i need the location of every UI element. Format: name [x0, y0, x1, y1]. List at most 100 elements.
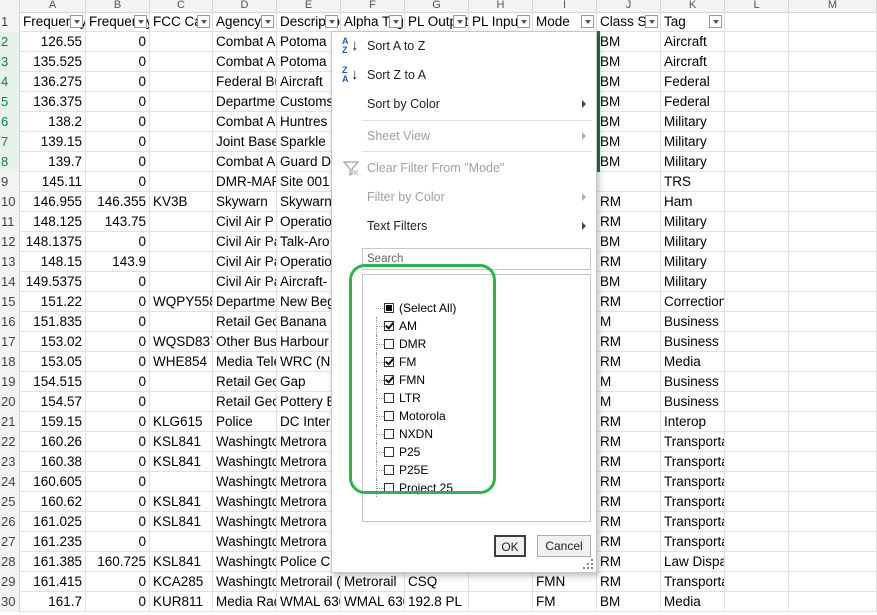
cell-c[interactable]: [150, 152, 213, 171]
cell-l[interactable]: [725, 352, 789, 371]
cell-b[interactable]: 0: [86, 352, 150, 371]
cell-m[interactable]: [789, 572, 877, 591]
cell-k[interactable]: Federal: [661, 92, 725, 111]
cell-h[interactable]: [469, 592, 533, 611]
cell-l[interactable]: [725, 452, 789, 471]
cell-k[interactable]: Federal: [661, 72, 725, 91]
cell-m[interactable]: [789, 392, 877, 411]
row-number[interactable]: 26: [0, 512, 20, 532]
cell-m[interactable]: [789, 412, 877, 431]
filter-dropdown-icon[interactable]: [389, 15, 402, 28]
cell-d[interactable]: Washingto: [213, 532, 277, 551]
cell-j[interactable]: BM: [597, 32, 661, 51]
cell-l[interactable]: [725, 132, 789, 151]
cell-c[interactable]: [150, 532, 213, 551]
filter-dropdown-icon[interactable]: [517, 15, 530, 28]
cell-j[interactable]: RM: [597, 552, 661, 571]
row-number[interactable]: 9: [0, 172, 20, 192]
cell-b[interactable]: 0: [86, 492, 150, 511]
filter-dropdown-icon[interactable]: [709, 15, 722, 28]
cell-l[interactable]: [725, 172, 789, 191]
filter-option-ltr[interactable]: LTR: [363, 389, 563, 407]
cell-b[interactable]: 0: [86, 92, 150, 111]
cancel-button[interactable]: Cancel: [537, 535, 591, 557]
cell-c[interactable]: [150, 392, 213, 411]
cell-d[interactable]: Combat Ai: [213, 112, 277, 131]
column-letter-c[interactable]: C: [150, 0, 213, 12]
cell-b[interactable]: 0: [86, 172, 150, 191]
row-number[interactable]: 29: [0, 572, 20, 592]
filter-option-select-all[interactable]: (Select All): [363, 299, 563, 317]
column-letter-d[interactable]: D: [213, 0, 277, 12]
cell-d[interactable]: Media Tele: [213, 352, 277, 371]
cell-m[interactable]: [789, 512, 877, 531]
cell-m[interactable]: [789, 212, 877, 231]
cell-m[interactable]: [789, 552, 877, 571]
column-letter-i[interactable]: I: [533, 0, 597, 12]
cell-b[interactable]: 0: [86, 332, 150, 351]
cell-l[interactable]: [725, 32, 789, 51]
row-number[interactable]: 23: [0, 452, 20, 472]
cell-k[interactable]: Corrections: [661, 292, 725, 311]
cell-f[interactable]: Metrorail: [341, 572, 405, 591]
cell-c[interactable]: KSL841: [150, 552, 213, 571]
cell-k[interactable]: Media: [661, 352, 725, 371]
cell-h[interactable]: [469, 572, 533, 591]
cell-a[interactable]: 160.62: [20, 492, 86, 511]
cell-m[interactable]: [789, 72, 877, 91]
cell-k[interactable]: Military: [661, 112, 725, 131]
cell-a[interactable]: 126.55: [20, 32, 86, 51]
cell-a[interactable]: 136.275: [20, 72, 86, 91]
row-number[interactable]: 6: [0, 112, 20, 132]
cell-j[interactable]: M: [597, 312, 661, 331]
filter-option-project-25[interactable]: Project 25: [363, 479, 563, 497]
header-cell-b[interactable]: Frequency: [86, 12, 150, 31]
sort-by-color-item[interactable]: Sort by Color: [332, 91, 596, 117]
cell-a[interactable]: 153.02: [20, 332, 86, 351]
cell-l[interactable]: [725, 232, 789, 251]
cell-b[interactable]: 0: [86, 572, 150, 591]
cell-c[interactable]: [150, 132, 213, 151]
cell-a[interactable]: 161.415: [20, 572, 86, 591]
cell-d[interactable]: Joint Base: [213, 132, 277, 151]
cell-l[interactable]: [725, 472, 789, 491]
cell-g[interactable]: 192.8 PL: [405, 592, 469, 611]
cell-k[interactable]: Transportation: [661, 572, 725, 591]
cell-d[interactable]: Washingto: [213, 512, 277, 531]
cell-m[interactable]: [789, 172, 877, 191]
text-filters-item[interactable]: Text Filters: [332, 213, 596, 239]
cell-d[interactable]: Skywarn: [213, 192, 277, 211]
cell-j[interactable]: BM: [597, 272, 661, 291]
cell-d[interactable]: Departme: [213, 92, 277, 111]
cell-g[interactable]: CSQ: [405, 572, 469, 591]
cell-m[interactable]: [789, 292, 877, 311]
cell-l[interactable]: [725, 112, 789, 131]
filter-dropdown-icon[interactable]: [134, 15, 147, 28]
cell-j[interactable]: BM: [597, 132, 661, 151]
cell-b[interactable]: 0: [86, 52, 150, 71]
checkbox[interactable]: [384, 429, 394, 439]
cell-d[interactable]: Federal Bu: [213, 72, 277, 91]
row-number[interactable]: 7: [0, 132, 20, 152]
checkbox[interactable]: [384, 321, 394, 331]
row-number[interactable]: 27: [0, 532, 20, 552]
cell-a[interactable]: 139.7: [20, 152, 86, 171]
row-number[interactable]: 1: [0, 12, 20, 32]
cell-l[interactable]: [725, 392, 789, 411]
cell-j[interactable]: RM: [597, 252, 661, 271]
cell-a[interactable]: 138.2: [20, 112, 86, 131]
cell-j[interactable]: RM: [597, 212, 661, 231]
cell-c[interactable]: KSL841: [150, 492, 213, 511]
filter-option-p25[interactable]: P25: [363, 443, 563, 461]
row-number[interactable]: 10: [0, 192, 20, 212]
checkbox[interactable]: [384, 465, 394, 475]
row-number[interactable]: 3: [0, 52, 20, 72]
header-cell-i[interactable]: Mode: [533, 12, 597, 31]
checkbox[interactable]: [384, 357, 394, 367]
cell-b[interactable]: 0: [86, 512, 150, 531]
cell-c[interactable]: [150, 212, 213, 231]
cell-j[interactable]: RM: [597, 432, 661, 451]
cell-j[interactable]: [597, 172, 661, 191]
cell-d[interactable]: Retail Geo: [213, 312, 277, 331]
cell-m[interactable]: [789, 112, 877, 131]
